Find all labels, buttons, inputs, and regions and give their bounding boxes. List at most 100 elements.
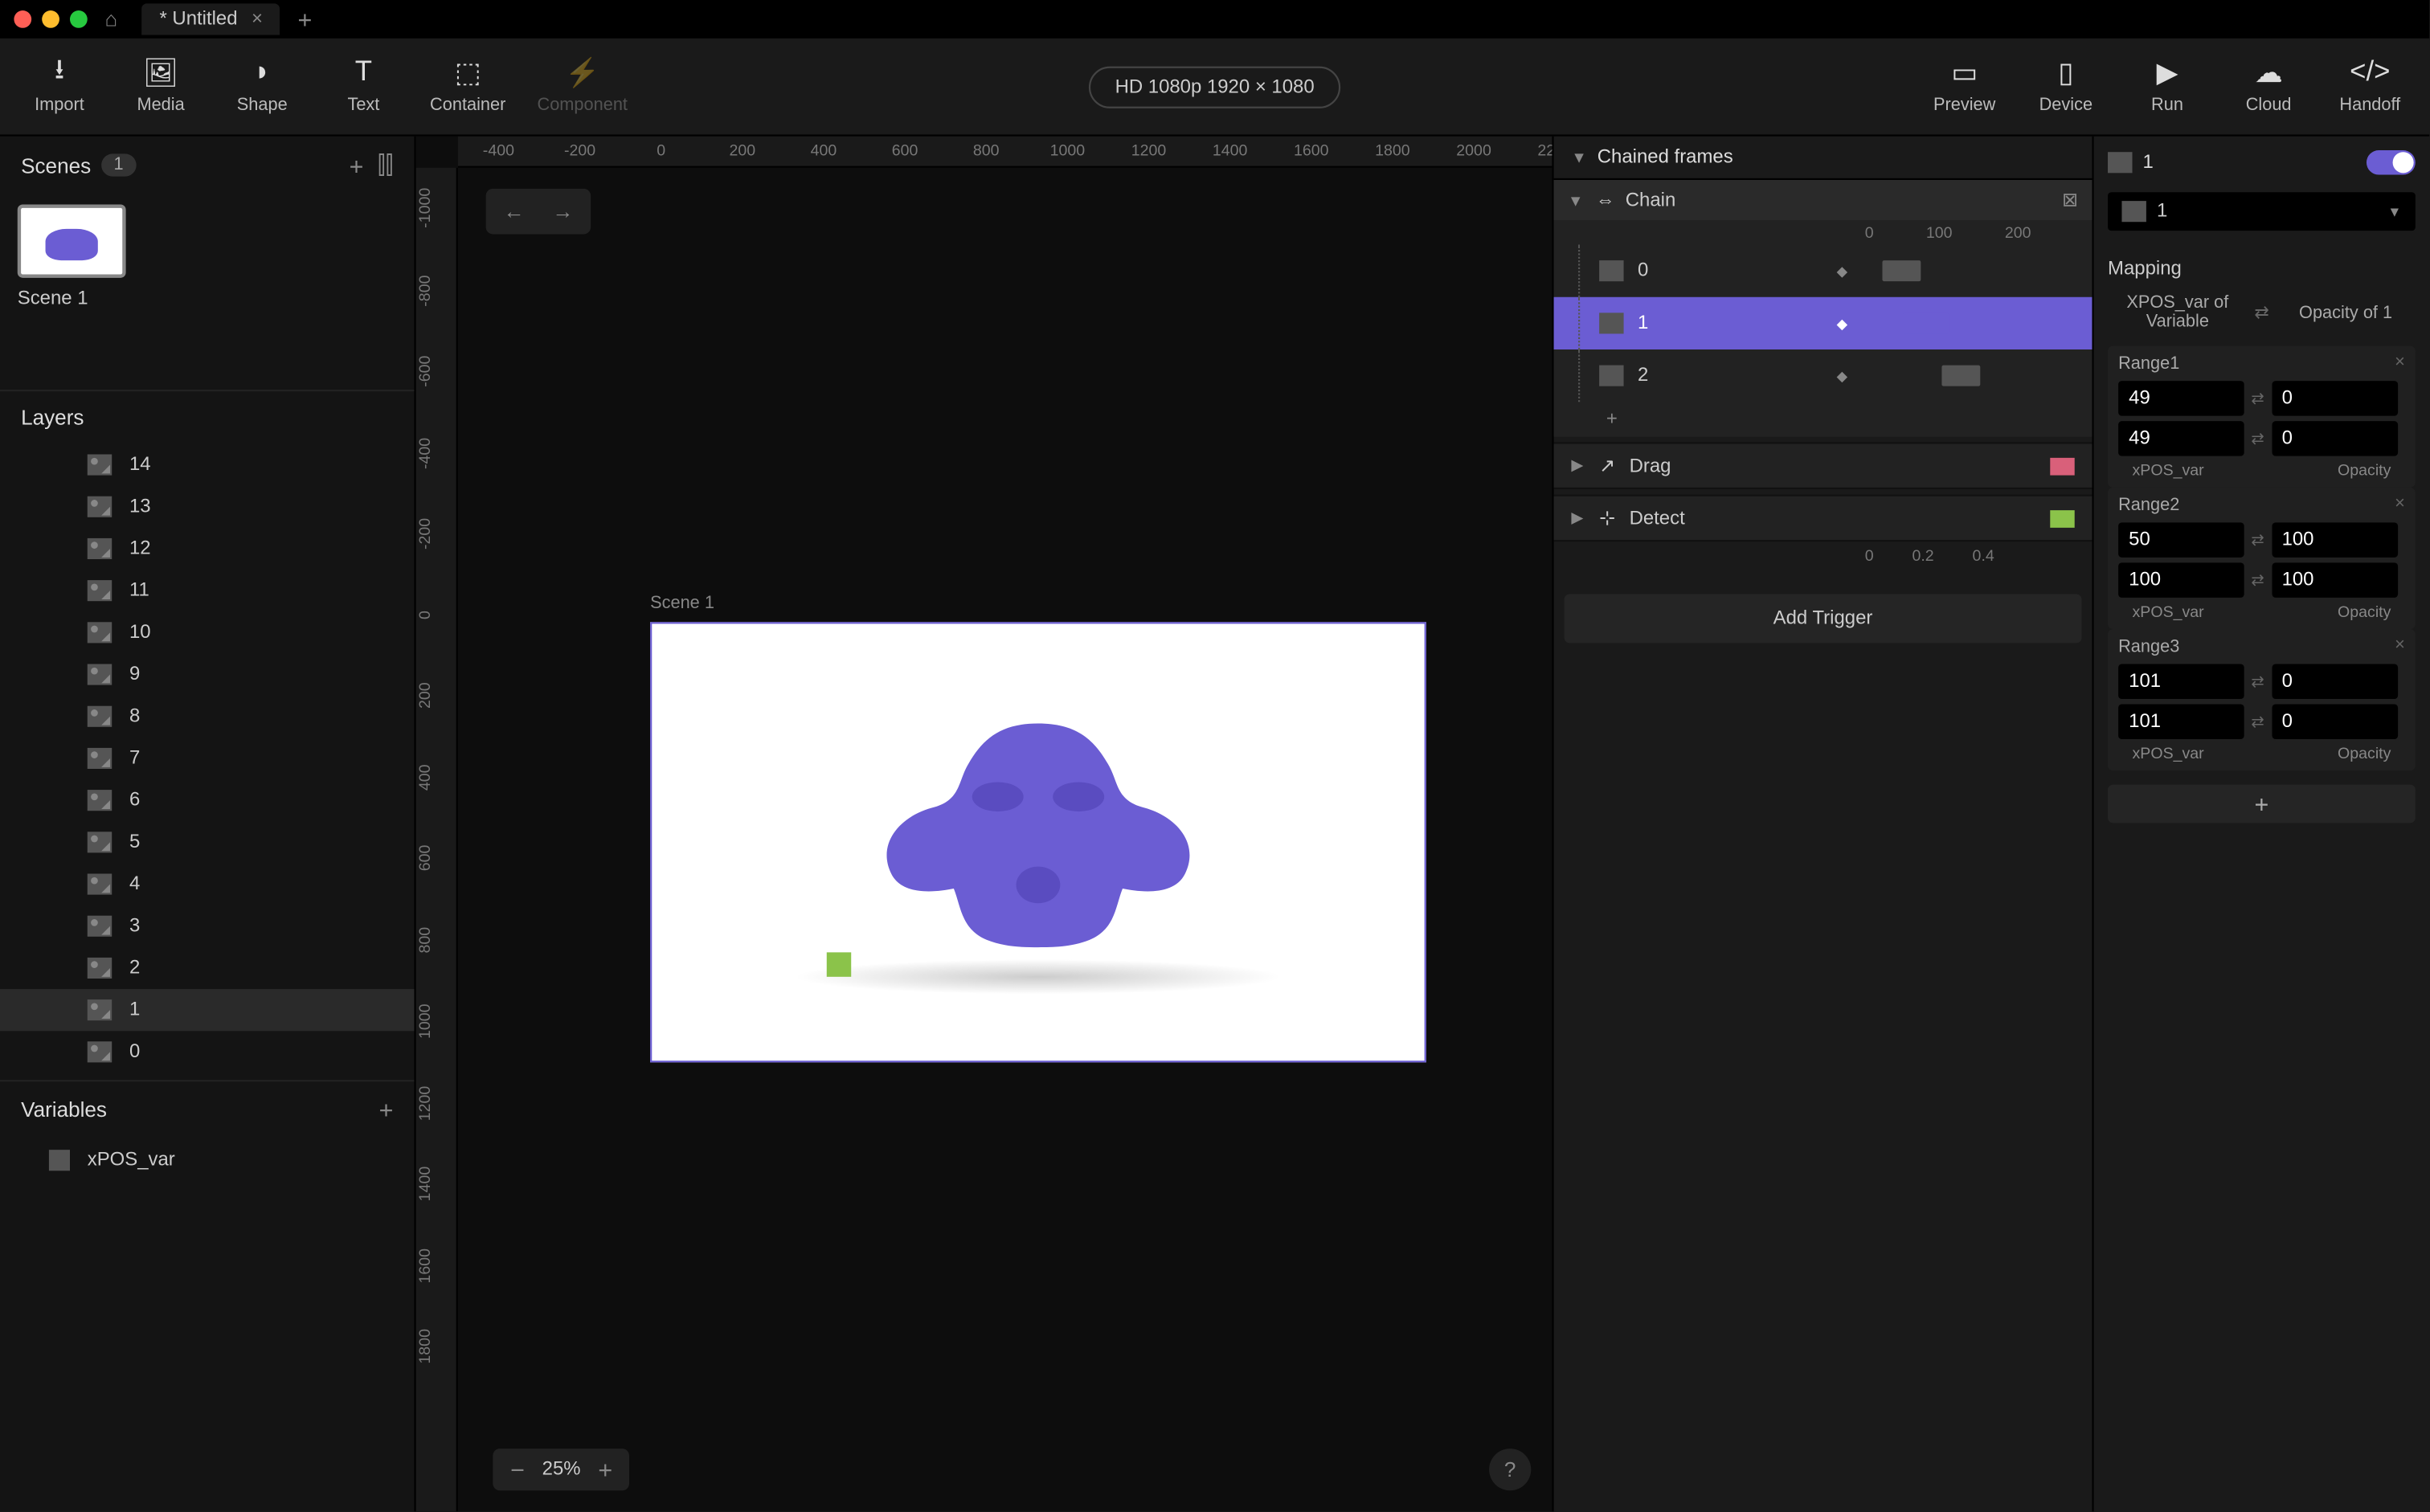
add-variable-button[interactable]: + bbox=[379, 1096, 394, 1124]
range-from-start-input[interactable] bbox=[2118, 522, 2244, 558]
variable-row[interactable]: xPOS_var bbox=[0, 1138, 414, 1183]
timeline-bar[interactable] bbox=[1941, 366, 1980, 386]
remove-chain-icon[interactable]: ⊠ bbox=[2062, 189, 2078, 211]
add-trigger-button[interactable]: Add Trigger bbox=[1565, 595, 2082, 644]
layer-row[interactable]: 8 bbox=[0, 696, 414, 738]
ruler-tick: -400 bbox=[458, 137, 539, 166]
layer-row[interactable]: 9 bbox=[0, 653, 414, 695]
range-from-end-input[interactable] bbox=[2118, 705, 2244, 740]
frame-label: 0 bbox=[1638, 260, 1648, 281]
nav-back-icon[interactable]: ← bbox=[497, 196, 532, 227]
media-tool[interactable]: 🖼Media bbox=[126, 58, 196, 116]
zoom-out-button[interactable]: − bbox=[510, 1456, 525, 1484]
triggers-panel-header[interactable]: ▼ Chained frames bbox=[1554, 137, 2092, 180]
range-to-start-input[interactable] bbox=[2272, 664, 2398, 700]
layer-row[interactable]: 12 bbox=[0, 528, 414, 570]
container-tool[interactable]: ⬚Container bbox=[430, 58, 505, 116]
run-tool[interactable]: ▶Run bbox=[2133, 58, 2203, 116]
scenes-header: Scenes 1 + ⫿⫿ bbox=[0, 137, 414, 194]
import-tool[interactable]: ⭳Import bbox=[24, 58, 94, 116]
handoff-tool[interactable]: </>Handoff bbox=[2335, 58, 2405, 116]
new-tab-button[interactable]: + bbox=[297, 6, 312, 34]
range-to-start-input[interactable] bbox=[2272, 522, 2398, 558]
remove-range-icon[interactable]: × bbox=[2395, 353, 2405, 372]
canvas-area[interactable]: -400-20002004006008001000120014001600180… bbox=[416, 137, 1552, 1512]
layer-row[interactable]: 5 bbox=[0, 821, 414, 863]
range-to-end-input[interactable] bbox=[2272, 421, 2398, 456]
minimize-window-icon[interactable] bbox=[42, 10, 59, 28]
drag-trigger-row[interactable]: ▶ ↗ Drag bbox=[1554, 442, 2092, 489]
range-from-start-input[interactable] bbox=[2118, 381, 2244, 415]
timeline-bar[interactable] bbox=[1882, 260, 1921, 281]
cloud-tool[interactable]: ☁Cloud bbox=[2234, 58, 2304, 116]
layer-row[interactable]: 0 bbox=[0, 1031, 414, 1073]
layer-row[interactable]: 6 bbox=[0, 779, 414, 821]
document-tab[interactable]: * Untitled × bbox=[142, 3, 280, 35]
range-to-end-input[interactable] bbox=[2272, 705, 2398, 740]
detect-timeline-ruler bbox=[0, 515, 311, 522]
scene-thumbnail[interactable] bbox=[18, 204, 126, 277]
image-layer-icon bbox=[88, 999, 112, 1020]
home-icon[interactable]: ⌂ bbox=[105, 7, 118, 31]
layer-row[interactable]: 1 bbox=[0, 989, 414, 1031]
chain-frame-row[interactable]: 0◆ bbox=[1554, 245, 2092, 297]
scene-frame[interactable]: Scene 1 bbox=[650, 622, 1426, 1062]
add-scene-button[interactable]: + bbox=[350, 151, 364, 179]
preview-tool[interactable]: ▭Preview bbox=[1929, 58, 1999, 116]
tool-label: Cloud bbox=[2246, 96, 2292, 116]
range-to-start-input[interactable] bbox=[2272, 381, 2398, 415]
timeline-tick: 0.4 bbox=[1973, 547, 1994, 565]
layer-row[interactable]: 7 bbox=[0, 738, 414, 779]
resolution-selector[interactable]: HD 1080p 1920 × 1080 bbox=[1089, 66, 1340, 108]
device-tool[interactable]: ▯Device bbox=[2031, 58, 2101, 116]
image-layer-icon bbox=[88, 916, 112, 937]
shape-tool[interactable]: ◗Shape bbox=[227, 58, 297, 116]
tool-label: Media bbox=[137, 96, 184, 116]
maximize-window-icon[interactable] bbox=[70, 10, 88, 28]
ruler-tick: 2200 bbox=[1515, 137, 1552, 166]
add-trigger-label: Add Trigger bbox=[1773, 608, 1873, 629]
range-from-start-input[interactable] bbox=[2118, 664, 2244, 700]
range-to-end-input[interactable] bbox=[2272, 562, 2398, 598]
preview-icon: ▭ bbox=[1951, 58, 1978, 89]
ruler-tick: 1600 bbox=[416, 1224, 456, 1306]
image-layer-icon bbox=[88, 455, 112, 476]
text-tool[interactable]: TText bbox=[329, 58, 399, 116]
chain-header[interactable]: ▼ ⇔ Chain ⊠ bbox=[1554, 180, 2092, 220]
range-from-end-input[interactable] bbox=[2118, 421, 2244, 456]
layer-row[interactable]: 4 bbox=[0, 863, 414, 905]
layer-row[interactable]: 3 bbox=[0, 905, 414, 947]
range-from-axis-label: xPOS_var bbox=[2133, 745, 2204, 762]
target-select[interactable]: 1 ▼ bbox=[2108, 192, 2416, 231]
chain-frame-row[interactable]: 1◆ bbox=[1554, 297, 2092, 349]
remove-range-icon[interactable]: × bbox=[2395, 636, 2405, 656]
range-from-end-input[interactable] bbox=[2118, 562, 2244, 598]
enable-toggle[interactable] bbox=[2367, 150, 2416, 174]
layer-row[interactable]: 10 bbox=[0, 611, 414, 653]
canvas-nav: ← → bbox=[486, 189, 591, 235]
nav-forward-icon[interactable]: → bbox=[546, 196, 581, 227]
variables-title: Variables bbox=[21, 1097, 107, 1122]
image-layer-icon bbox=[88, 1041, 112, 1062]
layer-row[interactable]: 14 bbox=[0, 443, 414, 485]
add-range-button[interactable]: + bbox=[2108, 785, 2416, 823]
zoom-in-button[interactable]: + bbox=[598, 1456, 612, 1484]
close-window-icon[interactable] bbox=[14, 10, 31, 28]
timeline-bar[interactable] bbox=[1904, 313, 1949, 333]
properties-panel: 1 1 ▼ Mapping XPOS_var of Variable ⇄ Opa… bbox=[2094, 137, 2430, 1512]
chain-frame-row[interactable]: 2◆ bbox=[1554, 349, 2092, 402]
add-chain-frame-button[interactable]: + bbox=[1554, 402, 2092, 437]
layer-name: 8 bbox=[129, 706, 140, 727]
component-icon: ⚡ bbox=[565, 58, 599, 89]
play-icon: ▶ bbox=[2157, 58, 2178, 89]
link-icon: ⇄ bbox=[2251, 389, 2264, 408]
help-button[interactable]: ? bbox=[1489, 1449, 1531, 1490]
layer-row[interactable]: 11 bbox=[0, 570, 414, 611]
detect-trigger-row[interactable]: ▶ ⊹ Detect bbox=[1554, 495, 2092, 542]
timeline-tick: 0 bbox=[1865, 547, 1874, 565]
layer-row[interactable]: 2 bbox=[0, 947, 414, 989]
remove-range-icon[interactable]: × bbox=[2395, 495, 2405, 514]
close-tab-icon[interactable]: × bbox=[252, 9, 263, 30]
scene-options-icon[interactable]: ⫿⫿ bbox=[378, 150, 394, 180]
scene-canvas[interactable] bbox=[650, 622, 1426, 1062]
